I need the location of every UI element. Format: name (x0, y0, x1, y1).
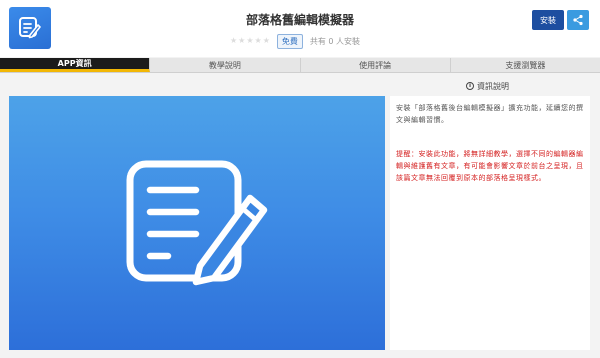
star-icon: ★ (262, 36, 270, 45)
app-header: 部落格舊編輯模擬器 ★ ★ ★ ★ ★ 免費 共有 0 人安裝 安裝 (0, 0, 600, 57)
warning-text: 提醒：安裝此功能，將無詳細教學，選擇不同的編輯器編輯與維護舊有文章，有可能會影響… (396, 150, 584, 182)
tab-tutorial[interactable]: 教學說明 (150, 58, 301, 72)
info-heading: i 資訊說明 (466, 80, 509, 92)
star-icon: ★ (254, 36, 262, 45)
install-button[interactable]: 安裝 (532, 10, 564, 30)
app-meta: ★ ★ ★ ★ ★ 免費 共有 0 人安裝 (230, 33, 361, 49)
install-count: 共有 0 人安裝 (309, 36, 361, 46)
app-preview-image (9, 96, 385, 350)
edit-note-icon (126, 160, 268, 286)
tab-reviews[interactable]: 使用評論 (301, 58, 451, 72)
share-icon (573, 14, 583, 26)
share-button[interactable] (567, 10, 589, 30)
app-title: 部落格舊編輯模擬器 (245, 13, 354, 27)
star-icon: ★ (230, 36, 238, 45)
rating-stars: ★ ★ ★ ★ ★ (230, 37, 270, 45)
tab-browser-support[interactable]: 支援瀏覽器 (451, 58, 600, 72)
price-badge: 免費 (276, 33, 303, 49)
description-panel: 安裝「部落格舊後台編輯模擬器」擴充功能，延續您的撰文與編輯習慣。 提醒：安裝此功… (390, 96, 590, 350)
info-heading-label: 資訊說明 (477, 81, 509, 91)
star-icon: ★ (238, 36, 246, 45)
star-icon: ★ (246, 36, 254, 45)
info-icon: i (466, 82, 474, 90)
tab-bar: APP資訊 教學說明 使用評論 支援瀏覽器 (0, 58, 600, 73)
tab-app-info[interactable]: APP資訊 (0, 58, 151, 72)
description-text: 安裝「部落格舊後台編輯模擬器」擴充功能，延續您的撰文與編輯習慣。 (396, 104, 584, 124)
